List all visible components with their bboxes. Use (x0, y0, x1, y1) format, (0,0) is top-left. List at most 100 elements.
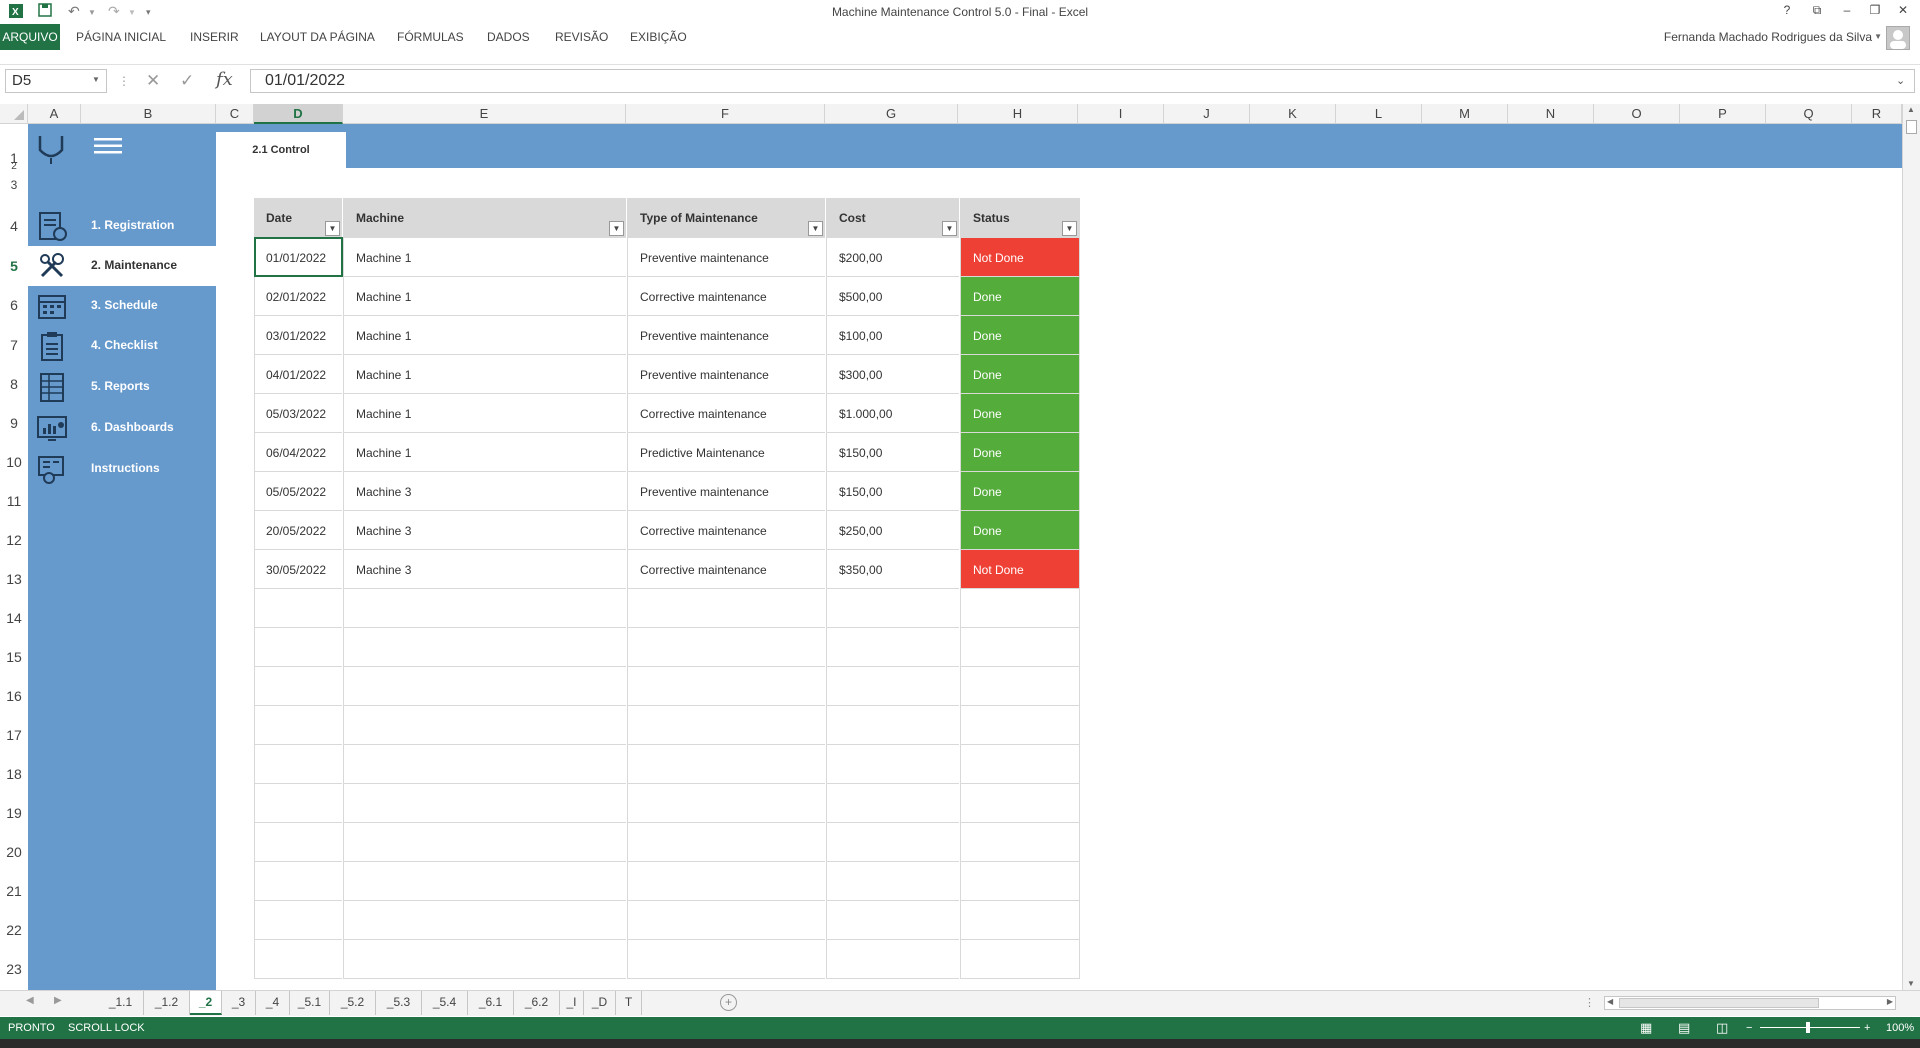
cell-date[interactable]: 02/01/2022 (254, 277, 342, 316)
cell-cost[interactable] (827, 862, 959, 901)
cell-status[interactable]: Done (961, 472, 1079, 511)
tab-home[interactable]: PÁGINA INICIAL (76, 30, 166, 44)
scroll-right-icon[interactable]: ▶ (1887, 997, 1893, 1006)
cell-cost[interactable] (827, 745, 959, 784)
column-header[interactable]: L (1336, 104, 1422, 124)
cell-type[interactable]: Corrective maintenance (628, 394, 825, 433)
cell-date[interactable] (254, 589, 342, 628)
restore-button[interactable]: ❐ (1864, 3, 1886, 21)
row-header[interactable]: 22 (0, 922, 28, 938)
cell-date[interactable] (254, 823, 342, 862)
cell-type[interactable] (628, 823, 825, 862)
cell-date[interactable] (254, 901, 342, 940)
cell-type[interactable]: Corrective maintenance (628, 277, 825, 316)
cell-status[interactable]: Done (961, 394, 1079, 433)
cell-date[interactable] (254, 667, 342, 706)
row-header[interactable]: 12 (0, 532, 28, 548)
normal-view-icon[interactable]: ▦ (1640, 1020, 1652, 1036)
cell-machine[interactable]: Machine 1 (344, 316, 626, 355)
enter-icon[interactable]: ✓ (180, 71, 194, 91)
cell-status[interactable]: Not Done (961, 550, 1079, 589)
cell-cost[interactable] (827, 901, 959, 940)
cell-machine[interactable]: Machine 1 (344, 277, 626, 316)
cell-machine[interactable]: Machine 1 (344, 394, 626, 433)
cell-date[interactable]: 04/01/2022 (254, 355, 342, 394)
cell-cost[interactable]: $150,00 (827, 433, 959, 472)
nav-maintenance[interactable]: 2. Maintenance (28, 246, 216, 286)
row-header[interactable]: 16 (0, 688, 28, 704)
cell-machine[interactable] (344, 901, 626, 940)
cell-machine[interactable] (344, 862, 626, 901)
row-header[interactable]: 21 (0, 883, 28, 899)
cell-date[interactable] (254, 745, 342, 784)
hamburger-menu-icon[interactable] (94, 136, 122, 156)
cell-date[interactable]: 05/03/2022 (254, 394, 342, 433)
cell-type[interactable] (628, 745, 825, 784)
chevron-down-icon[interactable]: ▼ (92, 75, 100, 84)
sheet-tab[interactable]: _5.4 (422, 991, 468, 1015)
add-sheet-button[interactable]: + (720, 994, 737, 1011)
cell-cost[interactable]: $100,00 (827, 316, 959, 355)
user-dropdown-icon[interactable]: ▼ (1874, 32, 1882, 41)
zoom-out-icon[interactable]: − (1746, 1022, 1752, 1034)
column-header[interactable]: A (28, 104, 81, 124)
cell-machine[interactable] (344, 784, 626, 823)
sheet-tab[interactable]: _5.1 (290, 991, 330, 1015)
user-name[interactable]: Fernanda Machado Rodrigues da Silva (1664, 30, 1872, 44)
page-layout-view-icon[interactable]: ▤ (1678, 1020, 1690, 1036)
row-header[interactable]: 15 (0, 649, 28, 665)
row-header[interactable]: 10 (0, 454, 28, 470)
vertical-scrollbar[interactable]: ▲ ▼ (1902, 104, 1920, 990)
expand-formula-icon[interactable]: ⌄ (1896, 74, 1905, 87)
insert-function-icon[interactable]: fx (216, 69, 233, 90)
tab-insert[interactable]: INSERIR (190, 30, 239, 44)
sheet-tab[interactable]: T (616, 991, 642, 1015)
zoom-in-icon[interactable]: + (1864, 1022, 1870, 1034)
tab-review[interactable]: REVISÃO (555, 30, 608, 44)
minimize-button[interactable]: – (1836, 3, 1858, 21)
file-tab[interactable]: ARQUIVO (0, 24, 60, 50)
cell-status[interactable]: Done (961, 433, 1079, 472)
cell-type[interactable]: Preventive maintenance (628, 238, 825, 277)
cell-date[interactable]: 30/05/2022 (254, 550, 342, 589)
cell-cost[interactable] (827, 628, 959, 667)
sheet-tab[interactable]: _1.1 (98, 991, 144, 1015)
cell-status[interactable] (961, 901, 1079, 940)
tab-scroll-left-icon[interactable]: ◀ (26, 995, 34, 1006)
cell-date[interactable]: 20/05/2022 (254, 511, 342, 550)
sheet-tab[interactable]: _I (560, 991, 584, 1015)
nav-registration[interactable]: 1. Registration (28, 206, 216, 246)
cell-status[interactable]: Done (961, 355, 1079, 394)
cell-cost[interactable]: $300,00 (827, 355, 959, 394)
zoom-slider[interactable] (1760, 1022, 1860, 1033)
cell-status[interactable]: Not Done (961, 238, 1079, 277)
avatar[interactable] (1886, 26, 1910, 50)
scroll-left-icon[interactable]: ◀ (1607, 997, 1613, 1006)
column-header[interactable]: R (1852, 104, 1902, 124)
cell-status[interactable] (961, 745, 1079, 784)
cell-status[interactable]: Done (961, 277, 1079, 316)
row-header[interactable]: 9 (0, 415, 28, 431)
tab-data[interactable]: DADOS (487, 30, 530, 44)
cell-cost[interactable]: $350,00 (827, 550, 959, 589)
cell-cost[interactable]: $1.000,00 (827, 394, 959, 433)
tab-page-layout[interactable]: LAYOUT DA PÁGINA (260, 30, 375, 44)
cell-date[interactable] (254, 862, 342, 901)
cell-date[interactable] (254, 628, 342, 667)
row-header[interactable]: 23 (0, 961, 28, 977)
cell-type[interactable] (628, 667, 825, 706)
row-header[interactable]: 11 (0, 493, 28, 509)
column-header[interactable]: K (1250, 104, 1336, 124)
cell-cost[interactable] (827, 589, 959, 628)
ribbon-display-button[interactable]: ⧉ (1806, 3, 1828, 21)
horizontal-scrollbar[interactable]: ◀ ▶ (1604, 996, 1896, 1010)
cell-cost[interactable] (827, 940, 959, 979)
sheet-tab[interactable]: _5.2 (330, 991, 376, 1015)
cell-status[interactable] (961, 823, 1079, 862)
formula-input[interactable]: 01/01/2022 (250, 69, 1915, 93)
cell-type[interactable]: Preventive maintenance (628, 472, 825, 511)
cell-machine[interactable] (344, 628, 626, 667)
cell-type[interactable]: Preventive maintenance (628, 316, 825, 355)
filter-dropdown-icon[interactable]: ▼ (609, 221, 624, 236)
cell-machine[interactable] (344, 823, 626, 862)
